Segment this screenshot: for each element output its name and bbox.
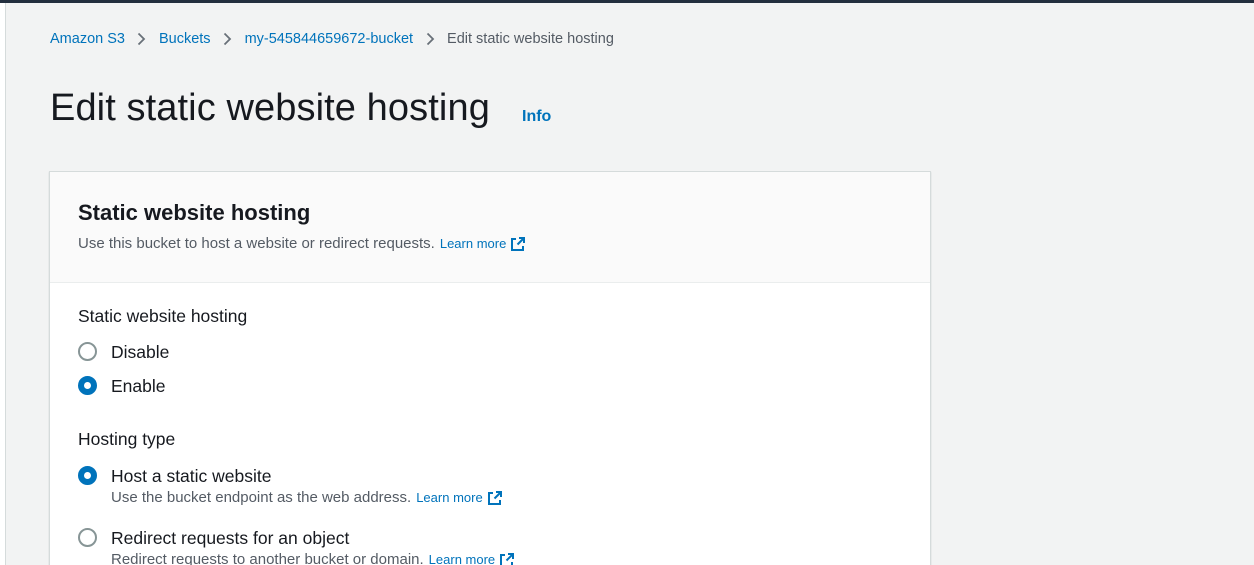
learn-more-label: Learn more [428, 552, 496, 565]
external-link-icon [487, 490, 502, 505]
chevron-right-icon [413, 32, 447, 46]
learn-more-label: Learn more [439, 236, 507, 251]
breadcrumb-amazon-s3[interactable]: Amazon S3 [50, 31, 125, 47]
radio-enable-circle[interactable] [78, 376, 97, 395]
learn-more-link[interactable]: Learn more [416, 490, 502, 506]
breadcrumb: Amazon S3 Buckets my-545844659672-bucket… [50, 29, 614, 49]
learn-more-link[interactable]: Learn more [440, 236, 526, 252]
panel-description-text: Use this bucket to host a website or red… [78, 235, 435, 252]
radio-host-static-website[interactable]: Host a static website Use the bucket end… [78, 464, 503, 506]
radio-redirect-requests[interactable]: Redirect requests for an object Redirect… [78, 526, 515, 565]
radio-disable-label: Disable [111, 342, 170, 362]
radio-host-static-website-circle[interactable] [78, 466, 97, 485]
hosting-field-label: Static website hosting [78, 306, 248, 326]
radio-redirect-requests-label: Redirect requests for an object [111, 528, 350, 548]
info-link[interactable]: Info [522, 108, 551, 126]
external-link-icon [500, 552, 515, 565]
learn-more-label: Learn more [416, 490, 483, 505]
radio-redirect-requests-desc: Redirect requests to another bucket or d… [111, 551, 515, 565]
breadcrumb-bucket-name[interactable]: my-545844659672-bucket [245, 31, 413, 47]
radio-enable-label: Enable [111, 376, 166, 396]
learn-more-link[interactable]: Learn more [429, 552, 515, 565]
panel-description: Use this bucket to host a website or red… [78, 235, 526, 252]
radio-enable[interactable]: Enable [78, 374, 166, 398]
radio-host-static-website-desc-text: Use the bucket endpoint as the web addre… [111, 489, 412, 506]
radio-disable-circle[interactable] [78, 342, 97, 361]
radio-disable[interactable]: Disable [78, 340, 169, 364]
radio-redirect-requests-desc-text: Redirect requests to another bucket or d… [111, 551, 424, 565]
breadcrumb-buckets[interactable]: Buckets [159, 31, 211, 47]
radio-redirect-requests-circle[interactable] [78, 528, 97, 547]
radio-host-static-website-desc: Use the bucket endpoint as the web addre… [111, 489, 503, 506]
radio-host-static-website-label: Host a static website [111, 466, 272, 486]
chevron-right-icon [125, 32, 159, 46]
static-website-hosting-panel: Static website hosting Use this bucket t… [49, 171, 931, 565]
page-title: Edit static website hosting [50, 87, 490, 129]
panel-title: Static website hosting [78, 200, 311, 225]
external-link-icon [511, 236, 526, 251]
content-area: Amazon S3 Buckets my-545844659672-bucket… [5, 3, 1254, 565]
panel-header: Static website hosting Use this bucket t… [50, 172, 930, 283]
breadcrumb-current: Edit static website hosting [447, 31, 614, 47]
hosting-type-label: Hosting type [78, 429, 176, 449]
chevron-right-icon [211, 32, 245, 46]
